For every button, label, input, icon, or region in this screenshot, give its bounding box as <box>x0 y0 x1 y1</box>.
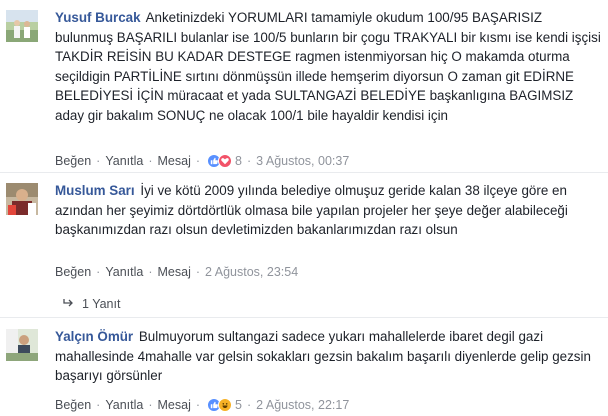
avatar[interactable] <box>6 183 38 215</box>
avatar[interactable] <box>6 10 38 42</box>
separator: · <box>148 398 153 412</box>
separator: · <box>96 265 101 279</box>
divider <box>0 172 608 173</box>
love-icon <box>218 154 233 168</box>
comment-text: Anketinizdeki YORUMLARI tamamiyle okudum… <box>55 10 601 123</box>
comment-author[interactable]: Yusuf Burcak <box>55 10 141 25</box>
avatar-photo-icon <box>6 10 38 42</box>
reaction-count: 8 <box>235 154 242 168</box>
view-replies-link[interactable]: 1 Yanıt <box>62 296 120 311</box>
comment-body: Yusuf Burcak Anketinizdeki YORUMLARI tam… <box>55 8 602 126</box>
separator: · <box>246 154 252 168</box>
avatar-photo-icon <box>6 329 38 361</box>
haha-icon <box>218 398 233 412</box>
comment-author[interactable]: Muslum Sarı <box>55 183 135 198</box>
separator: · <box>148 265 153 279</box>
like-button[interactable]: Beğen <box>55 265 91 279</box>
reactions[interactable]: 8 <box>207 154 242 168</box>
message-button[interactable]: Mesaj <box>158 265 191 279</box>
separator: · <box>195 154 201 168</box>
reply-button[interactable]: Yanıtla <box>105 398 143 412</box>
avatar-photo-icon <box>6 183 38 215</box>
separator: · <box>96 154 101 168</box>
reply-button[interactable]: Yanıtla <box>105 265 143 279</box>
comment-text: Bulmuyorum sultangazi sadece yukarı maha… <box>55 329 591 384</box>
comment-timestamp[interactable]: 3 Ağustos, 00:37 <box>256 154 349 168</box>
comment-timestamp[interactable]: 2 Ağustos, 23:54 <box>205 265 298 279</box>
divider <box>0 317 608 318</box>
comment-timestamp[interactable]: 2 Ağustos, 22:17 <box>256 398 349 412</box>
comment-actions: Beğen · Yanıtla · Mesaj · 5 · 2 Ağustos,… <box>55 398 349 412</box>
separator: · <box>195 265 201 279</box>
comment-body: Muslum Sarı İyi ve kötü 2009 yılında bel… <box>55 181 602 240</box>
avatar[interactable] <box>6 329 38 361</box>
message-button[interactable]: Mesaj <box>158 154 191 168</box>
separator: · <box>195 398 201 412</box>
separator: · <box>246 398 252 412</box>
message-button[interactable]: Mesaj <box>158 398 191 412</box>
comment-actions: Beğen · Yanıtla · Mesaj · 2 Ağustos, 23:… <box>55 265 298 279</box>
comment-author[interactable]: Yalçın Ömür <box>55 329 133 344</box>
reply-arrow-icon <box>62 296 74 311</box>
separator: · <box>96 398 101 412</box>
like-button[interactable]: Beğen <box>55 154 91 168</box>
comment-actions: Beğen · Yanıtla · Mesaj · 8 · 3 Ağustos,… <box>55 154 349 168</box>
reaction-count: 5 <box>235 398 242 412</box>
replies-count[interactable]: 1 Yanıt <box>82 297 120 311</box>
reactions[interactable]: 5 <box>207 398 242 412</box>
like-button[interactable]: Beğen <box>55 398 91 412</box>
reply-button[interactable]: Yanıtla <box>105 154 143 168</box>
comment-body: Yalçın Ömür Bulmuyorum sultangazi sadece… <box>55 327 602 386</box>
separator: · <box>148 154 153 168</box>
